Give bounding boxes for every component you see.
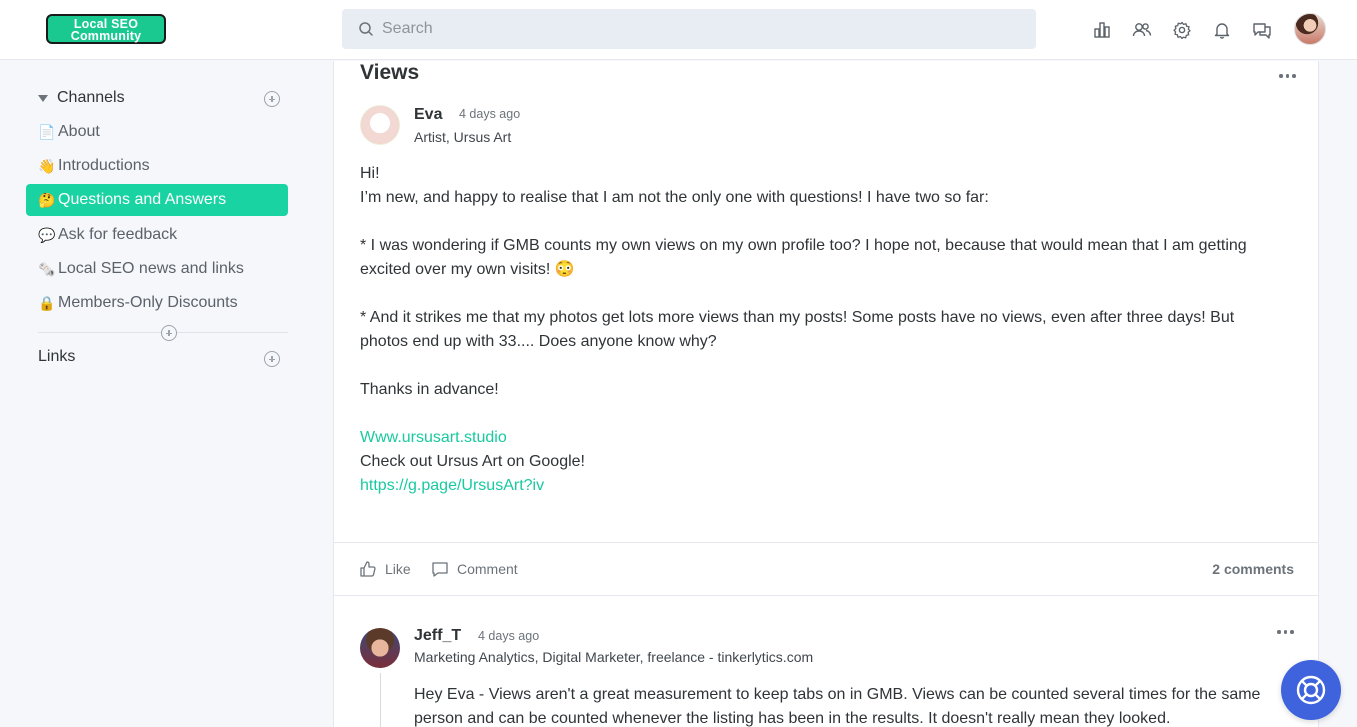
sidebar-item-label: Ask for feedback <box>58 226 178 243</box>
comment-timestamp: 4 days ago <box>478 629 540 643</box>
post-title: Views <box>360 61 420 84</box>
community-logo[interactable]: Local SEO Community <box>46 14 166 44</box>
comment-options-icon[interactable] <box>1277 630 1294 634</box>
user-avatar[interactable] <box>1294 13 1326 45</box>
post-body-line: Check out Ursus Art on Google! <box>360 453 585 470</box>
thumbs-up-icon <box>360 561 376 577</box>
members-icon[interactable] <box>1132 20 1152 40</box>
comment-thread-line <box>380 673 381 727</box>
sidebar-item-members-only-discounts[interactable]: 🔒 Members-Only Discounts <box>26 287 288 319</box>
add-link-icon[interactable] <box>264 351 280 367</box>
author-role: Artist, Ursus Art <box>414 129 512 145</box>
lifebuoy-icon <box>1296 675 1326 705</box>
sidebar-item-label: About <box>58 123 100 140</box>
post-body-line: photos end up with 33.... Does anyone kn… <box>360 333 717 350</box>
post-body-line: I’m new, and happy to realise that I am … <box>360 189 989 206</box>
sidebar-item-ask-for-feedback[interactable]: 💬 Ask for feedback <box>26 219 288 251</box>
links-label: Links <box>38 348 76 365</box>
links-section-header[interactable]: Links <box>38 348 75 366</box>
add-section-icon[interactable] <box>161 325 177 341</box>
comments-count[interactable]: 2 comments <box>1212 561 1294 577</box>
sidebar-item-introductions[interactable]: 👋 Introductions <box>26 150 288 182</box>
wave-icon: 👋 <box>38 157 56 174</box>
search-input[interactable] <box>382 9 1022 49</box>
search-bar[interactable] <box>342 9 1036 49</box>
post-card: Views Eva 4 days ago Artist, Ursus Art H… <box>333 61 1319 727</box>
top-bar: Local SEO Community <box>0 0 1357 60</box>
logo-line-2: Community <box>70 29 142 43</box>
channels-label: Channels <box>57 89 125 106</box>
sidebar-item-label: Questions and Answers <box>58 191 227 208</box>
commenter-role: Marketing Analytics, Digital Marketer, f… <box>414 649 814 665</box>
like-label: Like <box>385 561 411 577</box>
sidebar: Channels 📄 About 👋 Introductions 🤔 Quest… <box>0 61 333 727</box>
comments-divider <box>334 595 1318 596</box>
search-icon <box>359 22 373 36</box>
sidebar-item-questions-and-answers[interactable]: 🤔 Questions and Answers <box>26 184 288 216</box>
comment-body-line: person and can be counted whenever the l… <box>414 710 1171 727</box>
lock-icon: 🔒 <box>38 294 56 311</box>
thinking-face-icon: 🤔 <box>38 191 56 208</box>
settings-icon[interactable] <box>1172 20 1192 40</box>
post-options-icon[interactable] <box>1279 74 1296 78</box>
leaderboard-icon[interactable] <box>1092 20 1112 40</box>
sidebar-item-label: Local SEO news and links <box>58 260 244 277</box>
channels-section-header[interactable]: Channels <box>38 89 125 107</box>
sidebar-item-label: Members-Only Discounts <box>58 294 238 311</box>
newspaper-icon: 🗞️ <box>38 260 56 277</box>
add-channel-icon[interactable] <box>264 91 280 107</box>
commenter-avatar[interactable] <box>360 628 400 668</box>
post-body-line: * And it strikes me that my photos get l… <box>360 309 1235 326</box>
author-name[interactable]: Eva <box>414 106 442 124</box>
document-icon: 📄 <box>38 123 56 140</box>
post-timestamp: 4 days ago <box>459 107 521 121</box>
speech-bubble-icon: 💬 <box>38 226 56 243</box>
post-body-line: Hi! <box>360 165 380 182</box>
comment-button[interactable]: Comment <box>431 560 518 578</box>
messages-icon[interactable] <box>1252 20 1272 40</box>
comment-body-line: Hey Eva - Views aren't a great measureme… <box>414 686 1261 703</box>
google-page-link[interactable]: https://g.page/UrsusArt?iv <box>360 474 544 498</box>
help-button[interactable] <box>1281 660 1341 720</box>
post-body-line: excited over my own visits! 😳 <box>360 261 575 278</box>
sidebar-item-local-seo-news[interactable]: 🗞️ Local SEO news and links <box>26 253 288 285</box>
comment-icon <box>432 562 448 577</box>
sidebar-item-label: Introductions <box>58 157 150 174</box>
website-link[interactable]: Www.ursusart.studio <box>360 426 507 450</box>
post-body-line: Thanks in advance! <box>360 381 499 398</box>
post-body-line: * I was wondering if GMB counts my own v… <box>360 237 1247 254</box>
like-button[interactable]: Like <box>359 560 411 578</box>
sidebar-item-about[interactable]: 📄 About <box>26 116 288 148</box>
author-avatar[interactable] <box>360 105 400 145</box>
notifications-icon[interactable] <box>1212 20 1232 40</box>
commenter-name[interactable]: Jeff_T <box>414 627 461 645</box>
comment-label: Comment <box>457 561 518 577</box>
caret-down-icon <box>38 94 48 102</box>
actions-divider <box>334 542 1318 543</box>
